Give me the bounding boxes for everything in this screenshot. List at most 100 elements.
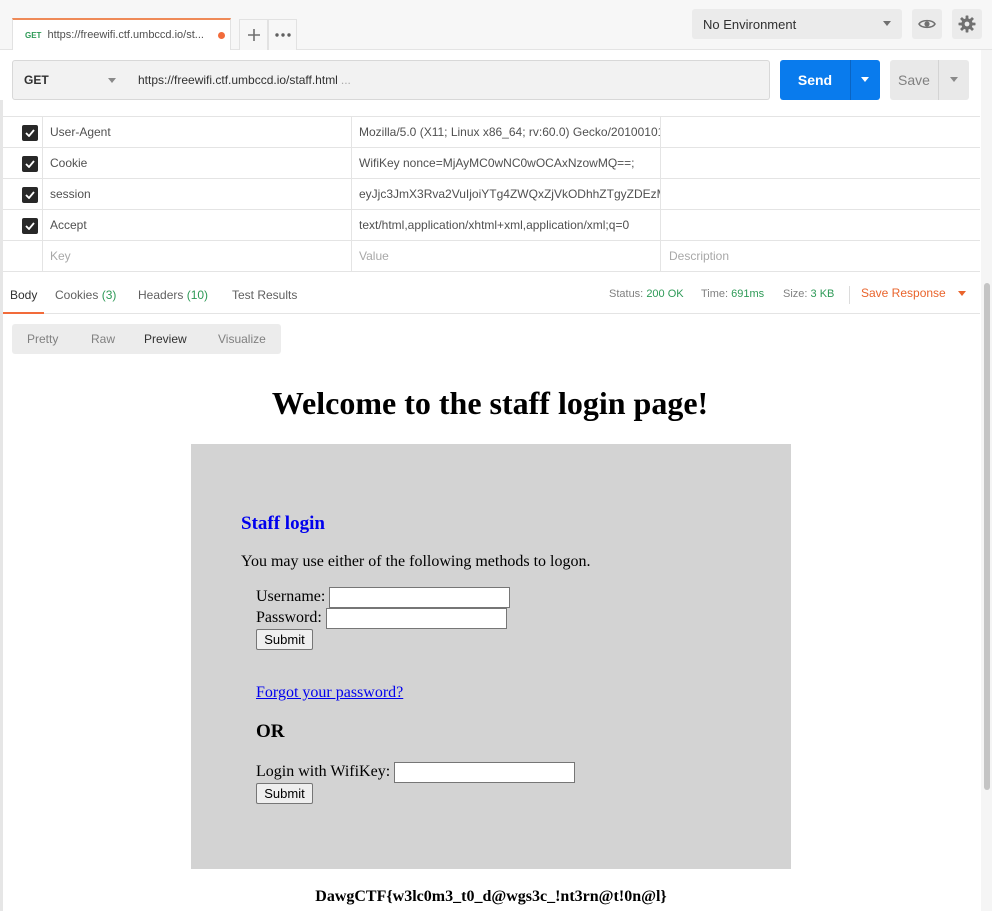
tab-headers-count: (10) (186, 288, 209, 302)
header-description-cell[interactable] (661, 210, 980, 240)
tab-cookies-label: Cookies (55, 288, 99, 302)
checkmark-icon (25, 191, 35, 199)
table-row: User-Agent Mozilla/5.0 (X11; Linux x86_6… (3, 117, 980, 148)
size-value: 3 KB (810, 288, 835, 300)
chevron-down-icon (883, 21, 891, 26)
header-enabled-checkbox[interactable] (22, 218, 38, 234)
send-button[interactable]: Send (780, 60, 850, 100)
table-row: session eyJjc3JmX3Rva2VuIjoiYTg4ZWQxZjVk… (3, 179, 980, 210)
save-response-button[interactable]: Save Response (861, 276, 967, 312)
table-row: Cookie WifiKey nonce=MjAyMC0wNC0wOCAxNzo… (3, 148, 980, 179)
login-submit-button[interactable]: Submit (256, 629, 313, 650)
request-tab-method: GET (25, 30, 42, 40)
new-tab-button[interactable] (239, 19, 268, 50)
new-header-value-input[interactable]: Value (352, 241, 661, 271)
request-url-value: https://freewifi.ctf.umbccd.io/staff.htm… (138, 73, 338, 87)
environment-select[interactable]: No Environment (692, 9, 902, 39)
header-value-cell[interactable]: Mozilla/5.0 (X11; Linux x86_64; rv:60.0)… (352, 117, 661, 147)
tab-cookies[interactable]: Cookies (3) (55, 276, 116, 314)
header-key-cell[interactable]: User-Agent (43, 117, 352, 147)
send-options-dropdown[interactable] (850, 60, 880, 100)
view-mode-preview[interactable]: Preview (144, 324, 187, 354)
scrollbar-thumb[interactable] (984, 283, 990, 790)
time-label: Time: (701, 288, 729, 300)
header-key-cell[interactable]: session (43, 179, 352, 209)
headers-table: User-Agent Mozilla/5.0 (X11; Linux x86_6… (3, 116, 980, 272)
plus-icon (247, 29, 260, 41)
header-value-cell[interactable]: text/html,application/xhtml+xml,applicat… (352, 210, 661, 240)
view-mode-pretty[interactable]: Pretty (27, 324, 58, 354)
request-tab[interactable]: GET https://freewifi.ctf.umbccd.io/st... (12, 18, 231, 50)
header-description-cell[interactable] (661, 117, 980, 147)
save-options-dropdown[interactable] (938, 60, 969, 100)
eye-icon (918, 19, 936, 29)
ellipsis-icon (274, 33, 291, 37)
flag-text: DawgCTF{w3lc0m3_t0_d@wgs3c_!nt3rn@t!0n@l… (315, 888, 667, 905)
checkmark-icon (25, 222, 35, 230)
header-value-cell[interactable]: eyJjc3JmX3Rva2VuIjoiYTg4ZWQxZjVkODhhZTgy… (352, 179, 661, 209)
view-mode-selector: Pretty Raw Preview Visualize (12, 324, 281, 354)
response-status: Status: 200 OK (609, 276, 684, 314)
chevron-down-icon (108, 78, 116, 83)
view-mode-visualize[interactable]: Visualize (218, 324, 266, 354)
more-tabs-button[interactable] (268, 19, 297, 50)
status-value: 200 OK (646, 288, 684, 300)
tab-body[interactable]: Body (3, 276, 45, 314)
header-enabled-checkbox[interactable] (22, 156, 38, 172)
login-intro-text: You may use either of the following meth… (241, 553, 591, 570)
view-mode-raw[interactable]: Raw (91, 324, 115, 354)
header-description-cell[interactable] (661, 148, 980, 178)
password-label: Password: (256, 609, 322, 626)
tab-strip: GET https://freewifi.ctf.umbccd.io/st...… (0, 0, 992, 50)
username-label: Username: (256, 588, 326, 605)
unsaved-changes-dot (218, 32, 225, 39)
tab-cookies-count: (3) (101, 288, 117, 302)
response-size: Size: 3 KB (783, 276, 834, 314)
tab-body-label: Body (10, 288, 38, 302)
response-time: Time: 691ms (701, 276, 764, 314)
save-response-label: Save Response (861, 286, 946, 300)
new-header-description-input[interactable]: Description (661, 241, 980, 271)
checkmark-icon (25, 160, 35, 168)
password-input[interactable] (326, 608, 507, 629)
header-value-cell[interactable]: WifiKey nonce=MjAyMC0wNC0wOCAxNzowMQ==; (352, 148, 661, 178)
username-input[interactable] (329, 587, 510, 608)
chevron-down-icon (950, 77, 958, 82)
header-enabled-checkbox[interactable] (22, 125, 38, 141)
environment-quick-look-button[interactable] (912, 9, 942, 39)
or-separator: OR (256, 721, 285, 742)
environment-select-value: No Environment (703, 16, 797, 32)
wifikey-submit-button[interactable]: Submit (256, 783, 313, 804)
request-tab-url: https://freewifi.ctf.umbccd.io/st... (47, 29, 204, 41)
login-form-box (191, 444, 791, 869)
header-key-cell[interactable]: Cookie (43, 148, 352, 178)
manage-environments-button[interactable] (952, 9, 982, 39)
http-method-value: GET (24, 73, 49, 87)
checkmark-icon (25, 129, 35, 137)
page-heading: Welcome to the staff login page! (271, 385, 709, 421)
save-button[interactable]: Save (890, 60, 938, 100)
header-enabled-checkbox[interactable] (22, 187, 38, 203)
tab-headers-label: Headers (138, 288, 184, 302)
table-row: Accept text/html,application/xhtml+xml,a… (3, 210, 980, 241)
time-value: 691ms (731, 288, 765, 300)
new-header-row: Key Value Description (3, 241, 980, 272)
new-header-key-input[interactable]: Key (43, 241, 352, 271)
chevron-down-icon (861, 77, 869, 82)
tab-headers[interactable]: Headers (10) (138, 276, 208, 314)
chevron-down-icon (958, 291, 967, 297)
request-url-ellipsis: ... (340, 73, 351, 87)
header-key-cell[interactable]: Accept (43, 210, 352, 240)
gear-icon (958, 15, 976, 33)
divider (849, 286, 850, 304)
request-url-input[interactable]: https://freewifi.ctf.umbccd.io/staff.htm… (127, 60, 770, 100)
wifikey-input[interactable] (394, 762, 575, 783)
tab-test-results[interactable]: Test Results (232, 276, 297, 314)
forgot-password-link[interactable]: Forgot your password? (256, 683, 403, 702)
header-description-cell[interactable] (661, 179, 980, 209)
size-label: Size: (783, 288, 808, 300)
http-method-select[interactable]: GET (12, 60, 128, 100)
status-label: Status: (609, 288, 644, 300)
wifikey-label: Login with WifiKey: (256, 763, 391, 780)
tab-test-results-label: Test Results (232, 288, 298, 302)
